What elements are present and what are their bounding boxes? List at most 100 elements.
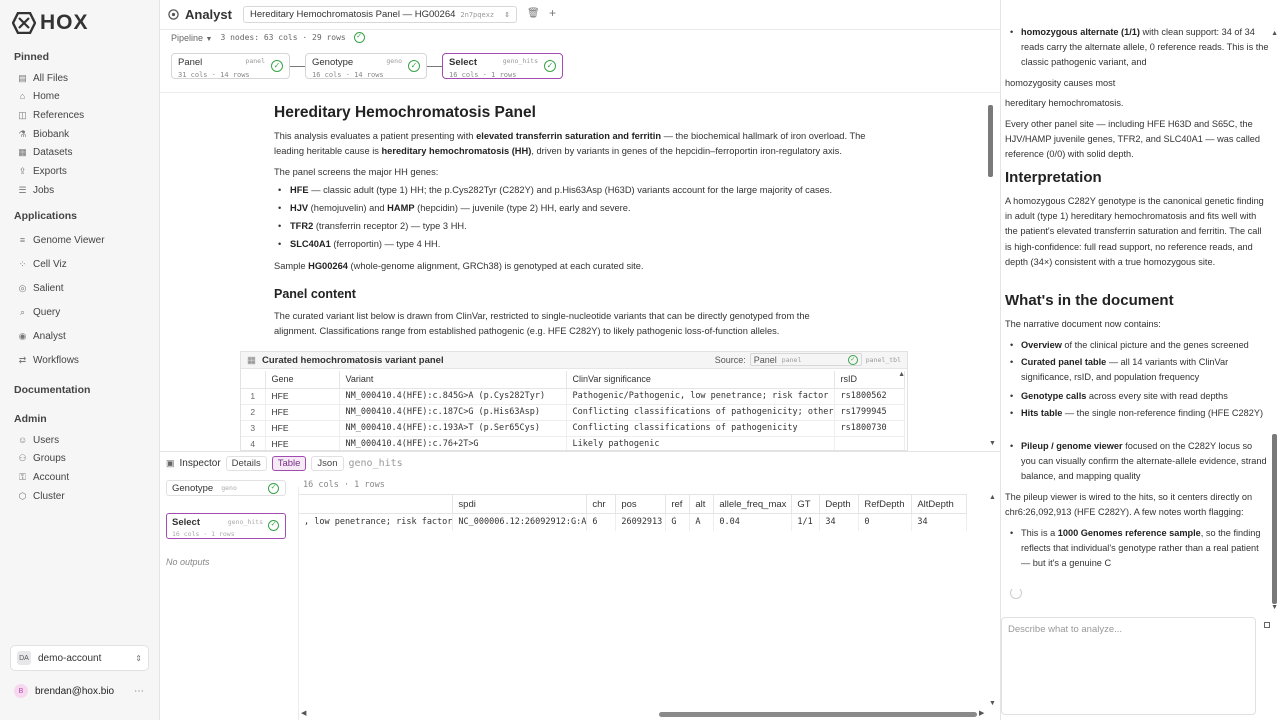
inspector-upstream-node[interactable]: Genotype geno ✓	[166, 480, 286, 496]
check-icon: ✓	[408, 60, 420, 72]
table-cell: NC_000006.12:26092912:G:A	[452, 513, 588, 531]
sidebar-item-genome-viewer[interactable]: ≡ Genome Viewer	[18, 233, 105, 247]
pipeline-node-panel[interactable]: Panel panel 31 cols · 14 rows ✓	[171, 53, 290, 79]
sidebar-item-jobs[interactable]: ☰ Jobs	[18, 183, 54, 197]
sidebar-item-cluster[interactable]: ⬡ Cluster	[18, 489, 65, 503]
tab-json[interactable]: Json	[311, 456, 344, 471]
sidebar-item-account[interactable]: ⚿ Account	[18, 470, 69, 484]
scroll-right-icon[interactable]: ▶	[979, 709, 984, 717]
sidebar-item-exports[interactable]: ⇪ Exports	[18, 165, 67, 179]
sidebar-item-analyst[interactable]: ◉ Analyst	[18, 329, 66, 343]
no-outputs-text: No outputs	[166, 557, 210, 567]
sidebar-item-references[interactable]: ◫ References	[18, 108, 84, 122]
table-icon: ▦	[247, 354, 256, 366]
doc-contents-item: Overview of the clinical picture and the…	[1010, 338, 1267, 353]
tab-details[interactable]: Details	[225, 456, 267, 471]
sidebar-item-label: Biobank	[33, 128, 70, 140]
admin-heading: Admin	[14, 413, 47, 425]
table-cell: NM_000410.4(HFE):c.76+2T>G	[339, 436, 567, 450]
chat-scrollbar[interactable]	[1272, 434, 1277, 604]
doc-contents-item: Genotype calls across every site with re…	[1010, 389, 1267, 404]
account-switcher[interactable]: DA demo-account ⇕	[10, 645, 149, 671]
sidebar-item-label: Query	[33, 306, 61, 318]
node-name: Panel	[178, 57, 203, 68]
panel-content-text: The curated variant list below is drawn …	[274, 311, 810, 336]
sidebar-item-biobank[interactable]: ⚗ Biobank	[18, 127, 69, 141]
node-name: Genotype	[312, 57, 354, 68]
analyze-input[interactable]: Describe what to analyze...	[1001, 617, 1256, 715]
sidebar-item-cell-viz[interactable]: ⁘ Cell Viz	[18, 257, 67, 271]
text: (whole-genome alignment, GRCh38) is geno…	[347, 261, 644, 271]
sidebar-item-label: Analyst	[33, 330, 66, 342]
trash-icon[interactable]: 🗑	[527, 8, 540, 19]
more-icon[interactable]: ⋯	[134, 686, 144, 697]
scroll-up-icon[interactable]: ▲	[1271, 30, 1278, 37]
bold-text: HAMP	[387, 203, 415, 213]
document-tab-select[interactable]: Hereditary Hemochromatosis Panel — HG002…	[243, 6, 517, 23]
table-cell: Conflicting classifications of pathogeni…	[566, 404, 835, 421]
exports-icon: ⇪	[18, 166, 27, 176]
documentation-link[interactable]: Documentation	[14, 384, 90, 396]
column-header	[241, 371, 266, 389]
gene-list-item: HFE — classic adult (type 1) HH; the p.C…	[278, 185, 832, 195]
sidebar-item-users[interactable]: ☺ Users	[18, 433, 59, 447]
bold-text: Curated panel table	[1021, 357, 1107, 367]
text: This is a	[1021, 528, 1058, 538]
bold-text: Overview	[1021, 340, 1062, 350]
sidebar-item-groups[interactable]: ⚇ Groups	[18, 452, 65, 466]
table-cell: rs1799945	[834, 404, 905, 421]
sidebar-item-salient[interactable]: ◎ Salient	[18, 281, 64, 295]
text: (ferroportin) — type 4 HH.	[330, 239, 441, 249]
inspector-header: ▣ Inspector Details Table Json geno_hits	[166, 456, 403, 471]
table-row[interactable]: 3 HFE NM_000410.4(HFE):c.193A>T (p.Ser65Cy…	[241, 420, 905, 437]
pileup-text: The pileup viewer is wired to the hits, …	[1005, 492, 1253, 518]
workflows-icon: ⇄	[18, 354, 27, 365]
genome-viewer-icon: ≡	[19, 234, 26, 245]
scroll-down-icon[interactable]: ▼	[989, 700, 996, 707]
scroll-left-icon[interactable]: ◀	[301, 709, 306, 717]
column-header: pos	[615, 494, 667, 514]
table-row[interactable]: 4 HFE NM_000410.4(HFE):c.76+2T>G Likely pat…	[241, 436, 905, 450]
text: , driven by variants in genes of the hep…	[531, 146, 842, 156]
sidebar-item-label: References	[33, 109, 85, 121]
sidebar-item-home[interactable]: ⌂ Home	[18, 90, 60, 104]
pipeline-toggle[interactable]: Pipeline ▼	[171, 33, 212, 43]
sidebar-item-all-files[interactable]: ▤ All Files	[18, 71, 68, 85]
home-icon: ⌂	[19, 91, 26, 102]
table-row[interactable]: 1 HFE NM_000410.4(HFE):c.845G>A (p.Cys282T…	[241, 388, 905, 405]
hox-logo[interactable]: HOX	[12, 11, 89, 35]
scroll-up-icon[interactable]: ▲	[989, 494, 996, 501]
table-row[interactable]: , low penetrance; risk factor NC_000006.1…	[299, 513, 968, 531]
check-icon: ✓	[268, 483, 279, 494]
top-bar: Analyst Hereditary Hemochromatosis Panel…	[160, 0, 1000, 30]
source-tag: panel	[781, 355, 802, 364]
pipeline-node-genotype[interactable]: Genotype geno 16 cols · 14 rows ✓	[305, 53, 427, 79]
scroll-up-icon[interactable]: ▲	[898, 371, 905, 378]
add-tab-icon[interactable]: +	[549, 6, 556, 20]
sidebar-item-workflows[interactable]: ⇄ Workflows	[18, 353, 79, 367]
chat-text: hereditary hemochromatosis.	[1005, 98, 1124, 108]
gene-list-item: HJV (hemojuvelin) and HAMP (hepcidin) — …	[278, 203, 631, 213]
node-name: Genotype	[172, 482, 214, 494]
sidebar-item-label: Exports	[33, 166, 67, 177]
stop-icon[interactable]	[1264, 622, 1270, 628]
tab-table[interactable]: Table	[271, 456, 307, 471]
doc-scrollbar[interactable]	[988, 105, 993, 177]
sidebar-item-label: Users	[33, 434, 60, 446]
groups-icon: ⚇	[18, 453, 27, 464]
text: Sample	[274, 261, 309, 271]
scroll-down-icon[interactable]: ▼	[1271, 604, 1278, 611]
pipeline-node-select[interactable]: Select geno_hits 16 cols · 1 rows ✓	[442, 53, 563, 79]
horizontal-scrollbar[interactable]	[659, 712, 977, 717]
user-menu[interactable]: B brendan@hox.bio ⋯	[14, 684, 144, 698]
sidebar-item-query[interactable]: ⌕ Query	[18, 305, 60, 319]
bold-text: Pileup / genome viewer	[1021, 441, 1123, 451]
inspector-selected-node[interactable]: Select geno_hits 16 cols · 1 rows ✓	[166, 513, 286, 539]
doc-scroll-down-icon[interactable]: ▼	[989, 440, 996, 447]
sidebar-item-datasets[interactable]: ▦ Datasets	[18, 146, 72, 160]
column-header: alt	[689, 494, 715, 514]
doc-contents-item: Hits table — the single non-reference fi…	[1010, 406, 1267, 421]
source-select[interactable]: Panel panel ✓	[749, 353, 862, 366]
doc-contents-item: Pileup / genome viewer focused on the C2…	[1010, 439, 1267, 485]
table-row[interactable]: 2 HFE NM_000410.4(HFE):c.187C>G (p.His63As…	[241, 404, 905, 421]
